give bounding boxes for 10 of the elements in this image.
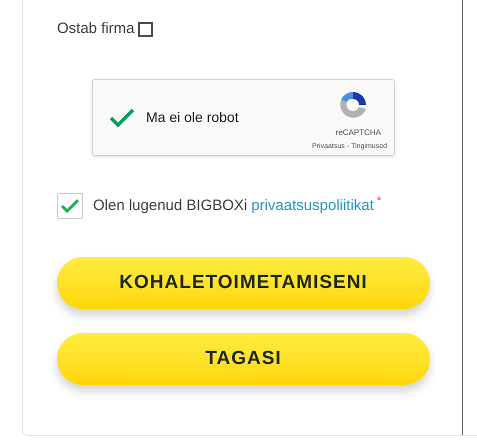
consent-checkbox[interactable] bbox=[57, 193, 83, 219]
recaptcha-logo-icon bbox=[337, 89, 369, 121]
company-checkbox[interactable] bbox=[138, 22, 153, 36]
required-mark: * bbox=[376, 194, 382, 209]
consent-text: Olen lugenud BIGBOXi bbox=[93, 196, 248, 216]
nav-button[interactable]: KOHALETOIMETAMISENI bbox=[57, 257, 430, 309]
company-label: Ostab firma bbox=[57, 18, 135, 39]
captcha-label: Ma ei ole robot bbox=[146, 108, 239, 127]
captcha-brand: reCAPTCHA bbox=[336, 127, 381, 139]
nav-button[interactable]: TAGASI bbox=[57, 333, 430, 385]
